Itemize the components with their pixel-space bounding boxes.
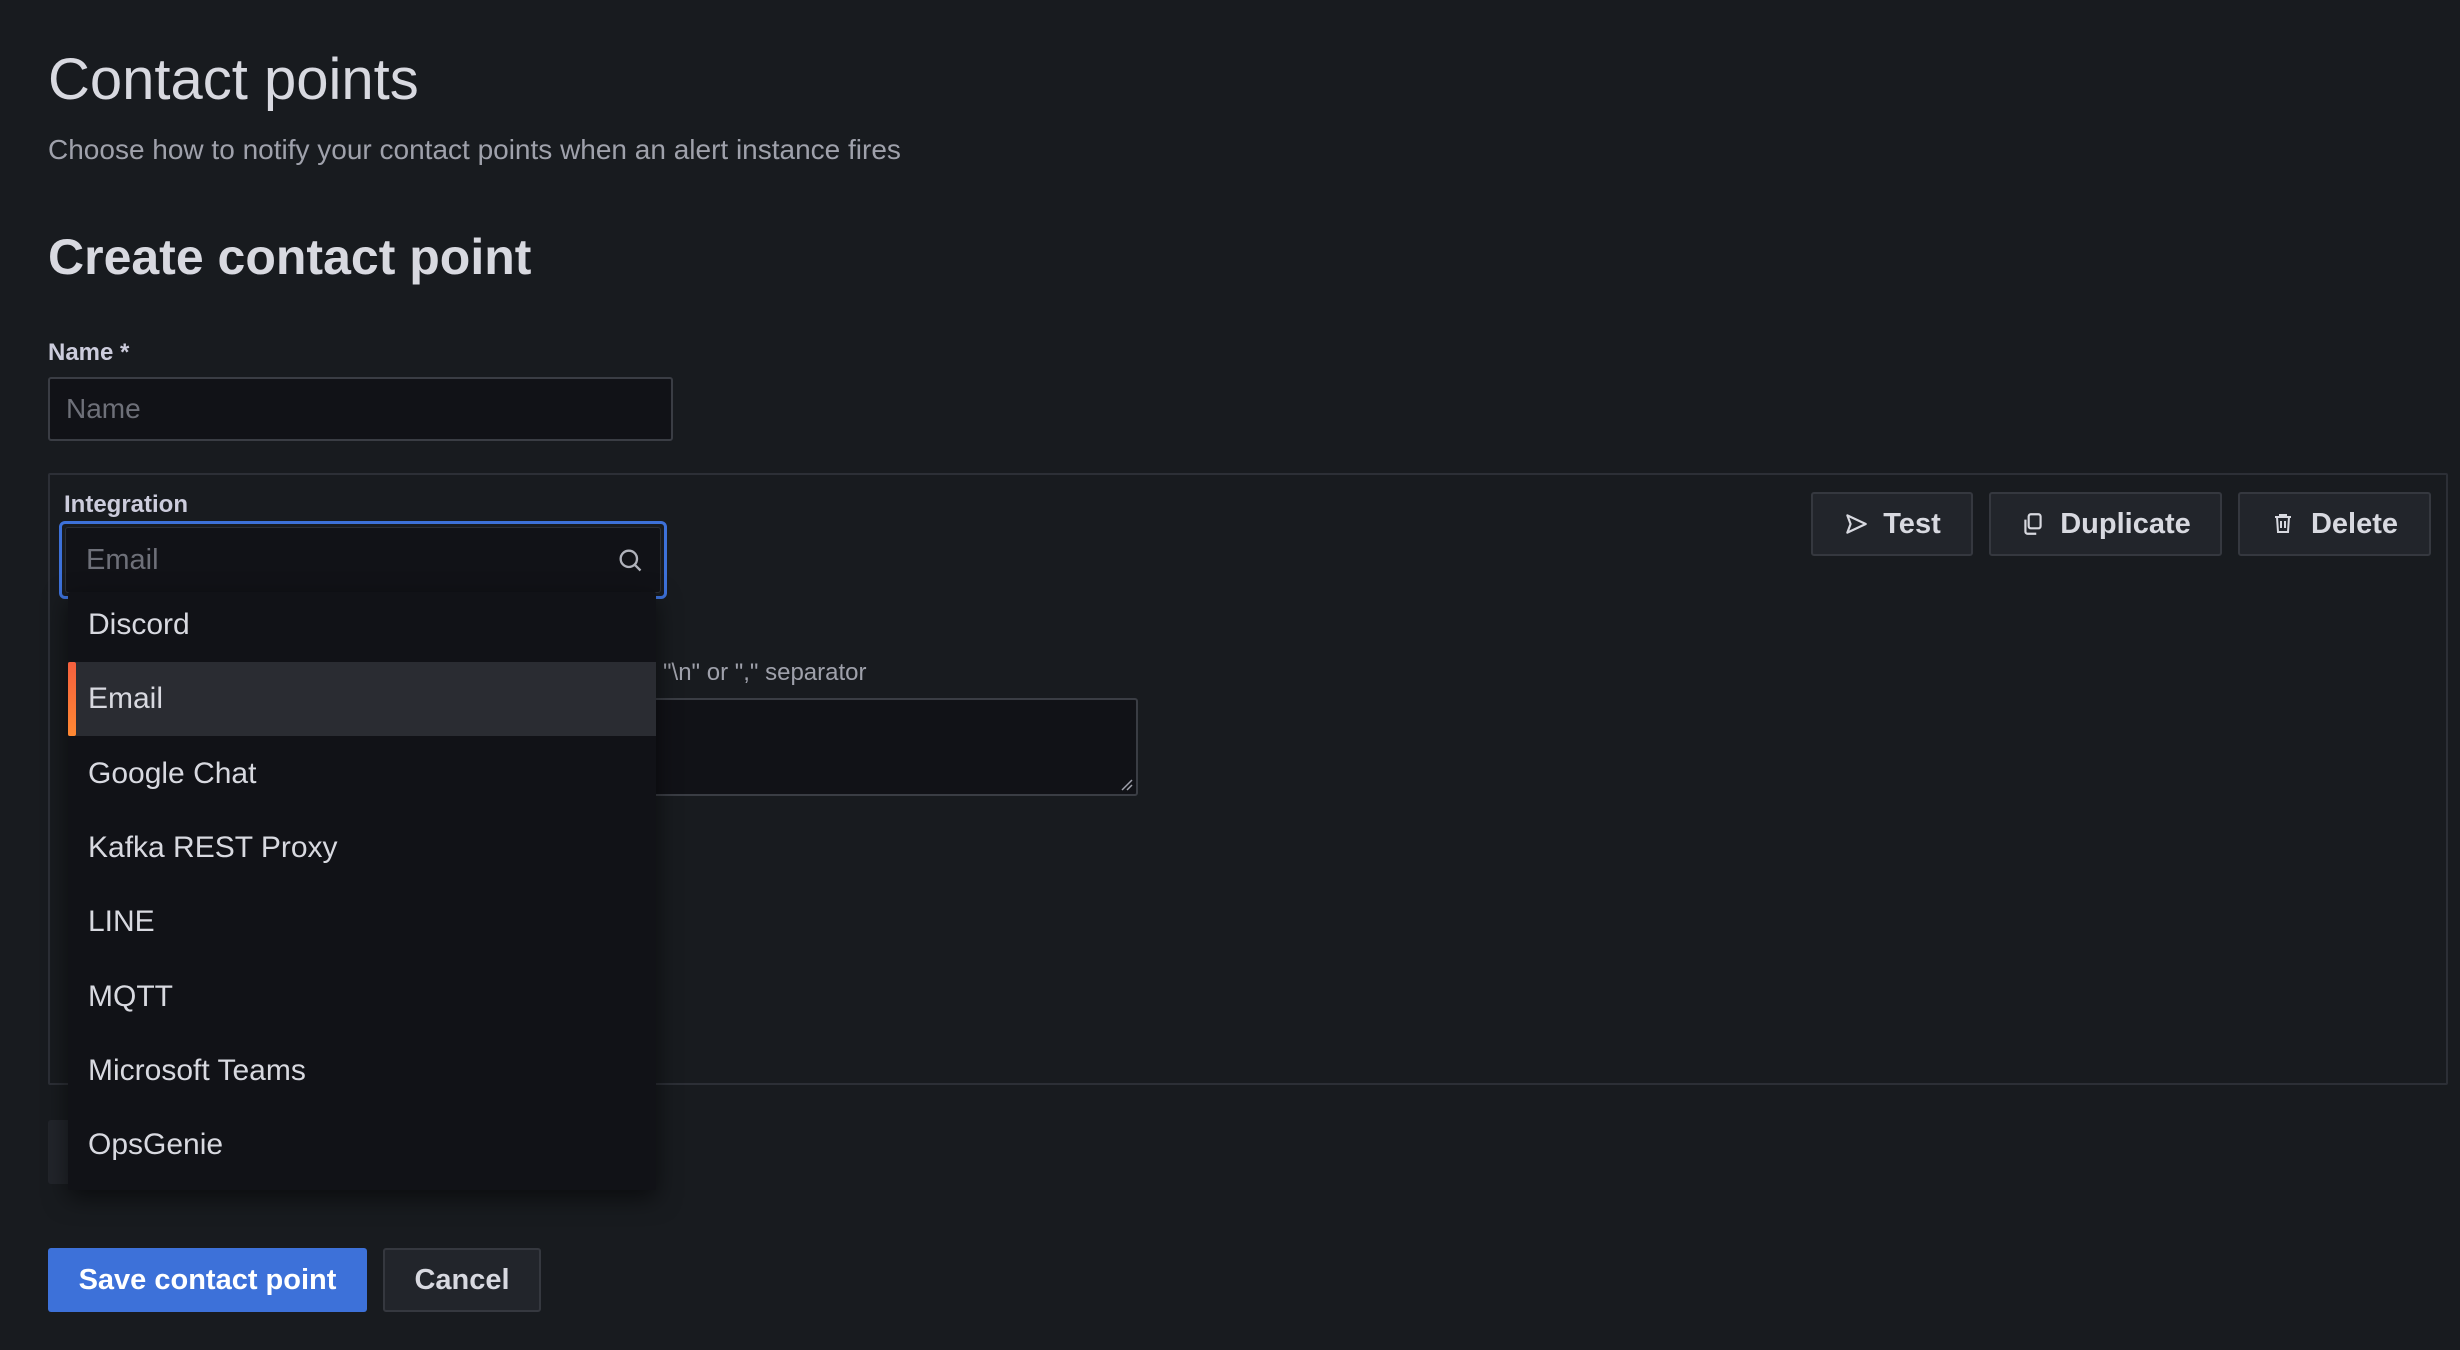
integration-option[interactable]: Google Chat	[68, 737, 656, 811]
addresses-textarea[interactable]	[600, 698, 1138, 796]
page-subtitle: Choose how to notify your contact points…	[48, 134, 901, 165]
resize-grip-icon[interactable]	[1119, 777, 1133, 791]
name-input[interactable]	[48, 377, 673, 441]
integration-option[interactable]: Kafka REST Proxy	[68, 811, 656, 885]
delete-button[interactable]: Delete	[2238, 492, 2431, 556]
test-button-label: Test	[1883, 507, 1941, 540]
page-title: Contact points	[48, 47, 419, 112]
cancel-button[interactable]: Cancel	[383, 1248, 541, 1312]
search-icon	[616, 546, 644, 574]
integration-option[interactable]: MQTT	[68, 960, 656, 1034]
test-button[interactable]: Test	[1811, 492, 1973, 556]
save-contact-point-button[interactable]: Save contact point	[48, 1248, 367, 1312]
trash-icon	[2271, 511, 2297, 537]
integration-option[interactable]: OpsGenie	[68, 1108, 656, 1182]
integration-option-selected[interactable]: Email	[68, 662, 656, 737]
integration-option[interactable]: LINE	[68, 885, 656, 959]
delete-button-label: Delete	[2310, 507, 2399, 540]
integration-option[interactable]: Discord	[68, 592, 656, 662]
addresses-hint: "\n" or "," separator	[663, 659, 867, 686]
integration-dropdown-menu: Discord Email Google Chat Kafka REST Proxy L…	[68, 592, 656, 1190]
copy-icon	[2020, 511, 2046, 537]
contact-point-page: Contact points Choose how to notify your…	[0, 0, 2460, 1350]
send-icon	[1843, 511, 1869, 537]
integration-label: Integration	[64, 491, 188, 518]
integration-search-input[interactable]	[84, 542, 616, 578]
integration-option[interactable]: Microsoft Teams	[68, 1034, 656, 1108]
section-title: Create contact point	[48, 229, 532, 285]
duplicate-button[interactable]: Duplicate	[1989, 492, 2222, 556]
name-label: Name *	[48, 339, 130, 366]
integration-select[interactable]	[59, 521, 667, 599]
duplicate-button-label: Duplicate	[2060, 507, 2191, 540]
integration-select-field[interactable]	[65, 527, 661, 593]
